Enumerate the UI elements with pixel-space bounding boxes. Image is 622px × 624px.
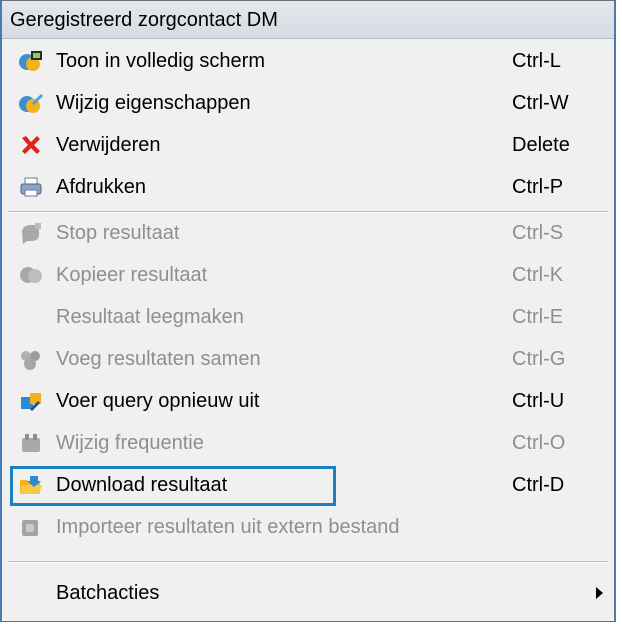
menu-item-batchacties[interactable]: Batchacties [2, 563, 614, 605]
menu-item-afdrukken[interactable]: Afdrukken Ctrl-P [2, 167, 614, 209]
menu-item-label: Afdrukken [56, 176, 147, 198]
delete-x-icon [18, 133, 44, 157]
shortcut-label: Ctrl-G [512, 348, 566, 370]
menu-item-voer-query-opnieuw-uit[interactable]: Voer query opnieuw uit Ctrl-U [2, 381, 614, 423]
menu-item-label: Stop resultaat [56, 222, 180, 244]
shortcut-label: Ctrl-O [512, 432, 566, 454]
menu-item-kopieer-resultaat[interactable]: Kopieer resultaat Ctrl-K [2, 255, 614, 297]
menu-item-resultaat-leegmaken[interactable]: Resultaat leegmaken Ctrl-E [2, 297, 614, 339]
menu-item-wijzig-frequentie[interactable]: Wijzig frequentie Ctrl-O [2, 423, 614, 465]
shortcut-label: Ctrl-U [512, 390, 565, 412]
shortcut-label: Ctrl-S [512, 222, 564, 244]
printer-icon [18, 175, 44, 199]
download-folder-icon [18, 473, 44, 497]
menu-item-label: Voer query opnieuw uit [56, 390, 260, 412]
shortcut-label: Ctrl-P [512, 176, 564, 198]
shortcut-label: Ctrl-K [512, 264, 564, 286]
shortcut-label: Ctrl-E [512, 306, 564, 328]
menu-item-label: Voeg resultaten samen [56, 348, 261, 370]
menu-item-importeer-resultaten[interactable]: Importeer resultaten uit extern bestand [2, 507, 614, 549]
menu-item-label: Toon in volledig scherm [56, 50, 265, 72]
copy-result-icon [18, 263, 44, 287]
menu-title: Geregistreerd zorgcontact DM [2, 1, 614, 39]
frequency-icon [18, 431, 44, 455]
shortcut-label: Ctrl-L [512, 50, 561, 72]
menu-item-label: Resultaat leegmaken [56, 306, 244, 328]
menu-item-voeg-resultaten-samen[interactable]: Voeg resultaten samen Ctrl-G [2, 339, 614, 381]
shortcut-label: Ctrl-D [512, 474, 565, 496]
menu-item-download-resultaat[interactable]: Download resultaat Ctrl-D [2, 465, 614, 507]
menu-item-label: Kopieer resultaat [56, 264, 208, 286]
menu-item-toon-volledig-scherm[interactable]: Toon in volledig scherm Ctrl-L [2, 41, 614, 83]
fullscreen-icon [18, 49, 44, 73]
menu-item-stop-resultaat[interactable]: Stop resultaat Ctrl-S [2, 213, 614, 255]
stop-result-icon [18, 221, 44, 245]
rerun-query-icon [18, 389, 44, 413]
menu-item-label: Wijzig frequentie [56, 432, 204, 454]
menu-item-label: Wijzig eigenschappen [56, 92, 251, 114]
merge-results-icon [18, 347, 44, 371]
shortcut-label: Delete [512, 134, 570, 156]
import-icon [18, 515, 44, 539]
context-menu: Geregistreerd zorgcontact DM Toon in vol… [0, 0, 616, 622]
submenu-arrow-icon [596, 587, 603, 599]
edit-properties-icon [18, 91, 44, 115]
menu-item-wijzig-eigenschappen[interactable]: Wijzig eigenschappen Ctrl-W [2, 83, 614, 125]
menu-item-label: Batchacties [56, 582, 160, 604]
menu-item-label: Download resultaat [56, 474, 228, 496]
shortcut-label: Ctrl-W [512, 92, 569, 114]
menu-item-label: Importeer resultaten uit extern bestand [56, 516, 400, 538]
menu-item-label: Verwijderen [56, 134, 161, 156]
menu-item-verwijderen[interactable]: Verwijderen Delete [2, 125, 614, 167]
